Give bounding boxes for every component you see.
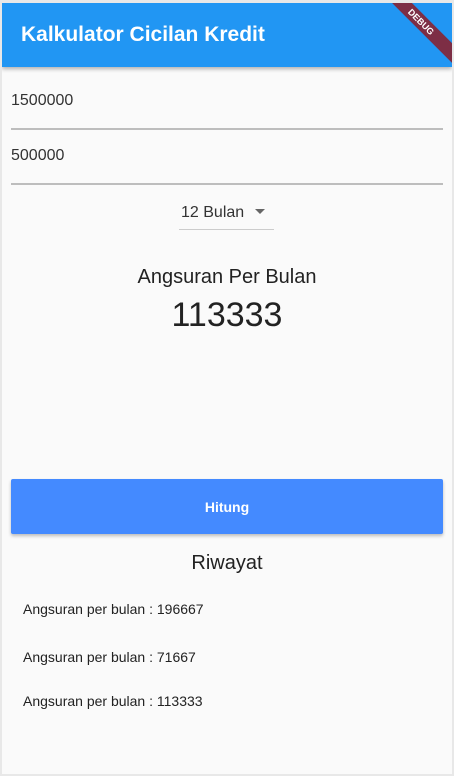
history-title: Riwayat	[191, 552, 263, 574]
calculate-button[interactable]: Hitung	[11, 479, 443, 534]
price-input[interactable]	[11, 92, 443, 110]
app-title: Kalkulator Cicilan Kredit	[21, 23, 265, 46]
down-payment-input[interactable]	[11, 147, 443, 165]
result-label: Angsuran Per Bulan	[137, 266, 317, 288]
history-item: Angsuran per bulan : 196667	[23, 601, 204, 617]
price-field[interactable]	[11, 92, 443, 130]
tenor-value: 12 Bulan	[181, 204, 245, 221]
app-bar: Kalkulator Cicilan Kredit	[2, 3, 452, 67]
down-payment-field[interactable]	[11, 147, 443, 185]
tenor-dropdown[interactable]: 12 Bulan	[179, 202, 274, 230]
history-item: Angsuran per bulan : 71667	[23, 649, 196, 665]
result-value: 113333	[171, 296, 283, 334]
dropdown-arrow-icon	[255, 209, 265, 214]
app-window: Kalkulator Cicilan Kredit DEBUG 12 Bulan…	[2, 3, 452, 774]
history-item: Angsuran per bulan : 113333	[23, 693, 203, 709]
